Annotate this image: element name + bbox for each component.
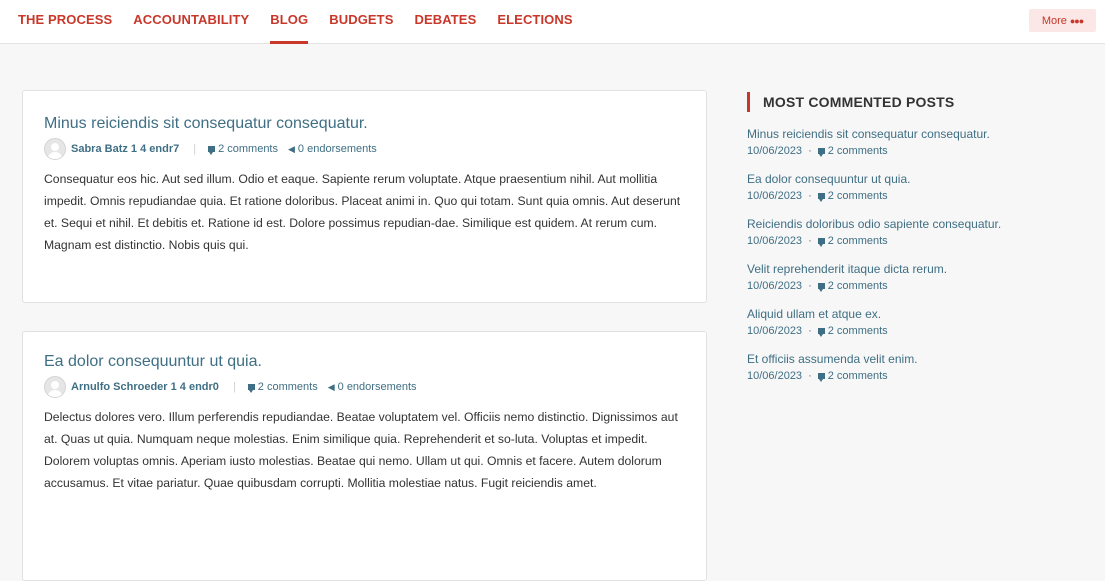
separator-dot: · [808, 190, 812, 202]
nav-item-blog[interactable]: BLOG [270, 0, 309, 44]
post-meta: Sabra Batz 1 4 endr7 | 2 comments ◀ 0 en… [44, 138, 685, 160]
sidebar-comments-count[interactable]: 2 comments [828, 280, 888, 292]
separator-dot: · [808, 325, 812, 337]
sidebar-post-link[interactable]: Reiciendis doloribus odio sapiente conse… [747, 216, 1087, 232]
post-comments-count[interactable]: 2 comments [258, 381, 318, 393]
separator-dot: · [808, 145, 812, 157]
avatar [44, 138, 66, 160]
comment-icon [247, 384, 255, 393]
post-date: 10/06/2023 [747, 190, 803, 202]
list-item: Reiciendis doloribus odio sapiente conse… [747, 216, 1087, 247]
post-date: 10/06/2023 [747, 325, 803, 337]
post-date: 10/06/2023 [747, 235, 803, 247]
comment-icon [208, 146, 216, 155]
sidebar-comments-count[interactable]: 2 comments [828, 370, 888, 382]
more-button-label: More [1041, 14, 1067, 27]
more-button[interactable]: More ●●● [1029, 9, 1096, 32]
post-date: 10/06/2023 [747, 370, 803, 382]
list-item: Et officiis assumenda velit enim. 10/06/… [747, 351, 1087, 382]
divider: | [232, 381, 236, 393]
sidebar-post-link[interactable]: Minus reiciendis sit consequatur consequ… [747, 126, 1087, 142]
post-body: Delectus dolores vero. Illum perferendis… [44, 410, 678, 490]
post-date: 10/06/2023 [747, 280, 803, 292]
comment-icon [817, 238, 825, 247]
nav-menu: THE PROCESS ACCOUNTABILITY BLOG BUDGETS … [18, 0, 594, 44]
sidebar-post-meta: 10/06/2023 · 2 comments [747, 370, 1087, 382]
list-item: Ea dolor consequuntur ut quia. 10/06/202… [747, 171, 1087, 202]
nav-item-elections[interactable]: ELECTIONS [497, 0, 572, 44]
separator-dot: · [808, 370, 812, 382]
sidebar-post-link[interactable]: Velit reprehenderit itaque dicta rerum. [747, 261, 1087, 277]
post-body: Consequatur eos hic. Aut sed illum. Odio… [44, 172, 681, 252]
separator-dot: · [808, 235, 812, 247]
sidebar-post-link[interactable]: Et officiis assumenda velit enim. [747, 351, 1087, 367]
sidebar-post-meta: 10/06/2023 · 2 comments [747, 190, 1087, 202]
sidebar-post-meta: 10/06/2023 · 2 comments [747, 325, 1087, 337]
nav-item-budgets[interactable]: BUDGETS [329, 0, 393, 44]
sidebar-post-meta: 10/06/2023 · 2 comments [747, 145, 1087, 157]
sidebar-comments-count[interactable]: 2 comments [828, 190, 888, 202]
blog-post-card: Minus reiciendis sit consequatur consequ… [22, 90, 707, 303]
post-author[interactable]: Arnulfo Schroeder 1 4 endr0 [71, 381, 219, 393]
nav-item-debates[interactable]: DEBATES [415, 0, 477, 44]
comment-icon [817, 373, 825, 382]
divider: | [193, 143, 197, 155]
megaphone-icon: ◀ [288, 143, 295, 154]
comment-icon [817, 283, 825, 292]
most-commented-sidebar: MOST COMMENTED POSTS Minus reiciendis si… [747, 92, 1087, 382]
post-comments-count[interactable]: 2 comments [218, 143, 278, 155]
post-endorsements-count: 0 endorsements [337, 381, 417, 393]
list-item: Aliquid ullam et atque ex. 10/06/2023 · … [747, 306, 1087, 337]
nav-item-accountability[interactable]: ACCOUNTABILITY [133, 0, 249, 44]
megaphone-icon: ◀ [327, 381, 335, 392]
comment-icon [817, 328, 825, 337]
nav-item-the-process[interactable]: THE PROCESS [18, 0, 112, 44]
post-endorsements-count: 0 endorsements [297, 143, 377, 155]
post-title[interactable]: Minus reiciendis sit consequatur consequ… [44, 115, 685, 133]
sidebar-post-meta: 10/06/2023 · 2 comments [747, 235, 1087, 247]
top-navigation: THE PROCESS ACCOUNTABILITY BLOG BUDGETS … [0, 0, 1105, 44]
list-item: Velit reprehenderit itaque dicta rerum. … [747, 261, 1087, 292]
post-meta: Arnulfo Schroeder 1 4 endr0 | 2 comments… [44, 376, 685, 398]
post-author[interactable]: Sabra Batz 1 4 endr7 [71, 143, 179, 155]
separator-dot: · [808, 280, 812, 292]
comment-icon [817, 193, 825, 202]
list-item: Minus reiciendis sit consequatur consequ… [747, 126, 1087, 157]
sidebar-title: MOST COMMENTED POSTS [747, 92, 1087, 112]
post-title[interactable]: Ea dolor consequuntur ut quia. [44, 353, 685, 371]
sidebar-comments-count[interactable]: 2 comments [828, 325, 888, 337]
post-date: 10/06/2023 [747, 145, 803, 157]
sidebar-comments-count[interactable]: 2 comments [828, 235, 888, 247]
sidebar-post-meta: 10/06/2023 · 2 comments [747, 280, 1087, 292]
sidebar-post-link[interactable]: Ea dolor consequuntur ut quia. [747, 171, 1087, 187]
more-dots-icon: ●●● [1069, 15, 1084, 26]
blog-post-card: Ea dolor consequuntur ut quia. Arnulfo S… [22, 331, 707, 581]
comment-icon [817, 148, 825, 157]
sidebar-comments-count[interactable]: 2 comments [828, 145, 888, 157]
sidebar-post-link[interactable]: Aliquid ullam et atque ex. [747, 306, 1087, 322]
avatar [44, 376, 66, 398]
